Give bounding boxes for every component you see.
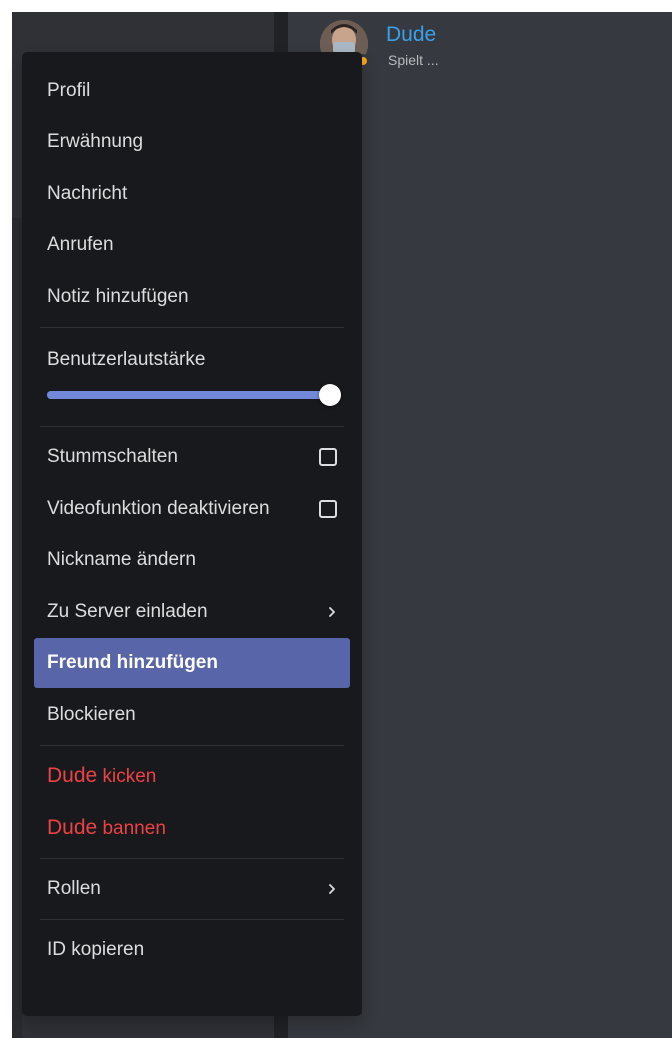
- slider-handle[interactable]: [319, 383, 341, 406]
- menu-item-roles[interactable]: Rollen: [34, 864, 350, 914]
- menu-item-add-note[interactable]: Notiz hinzufügen: [34, 272, 350, 322]
- menu-item-call[interactable]: Anrufen: [34, 220, 350, 270]
- user-volume-control: Benutzerlautstärke: [34, 333, 350, 421]
- menu-separator: [40, 857, 344, 859]
- chevron-right-icon: [329, 606, 335, 617]
- member-name[interactable]: Dude: [386, 22, 436, 48]
- menu-item-disable-video[interactable]: Videofunktion deaktivieren: [34, 484, 350, 534]
- chevron-right-icon: [329, 883, 335, 894]
- menu-item-mention[interactable]: Erwähnung: [34, 117, 350, 167]
- menu-item-profile[interactable]: Profil: [34, 66, 350, 116]
- menu-item-message[interactable]: Nachricht: [34, 169, 350, 219]
- menu-separator: [40, 326, 344, 328]
- menu-item-label: Zu Server einladen: [47, 600, 208, 622]
- menu-item-ban[interactable]: Dude bannen: [34, 803, 350, 853]
- menu-separator: [40, 918, 344, 920]
- menu-separator: [40, 425, 344, 427]
- menu-item-label: ID kopieren: [47, 938, 145, 960]
- menu-item-copy-id[interactable]: ID kopieren: [34, 925, 350, 975]
- menu-item-add-friend[interactable]: Freund hinzufügen: [34, 638, 350, 689]
- kick-action: kicken: [102, 765, 157, 787]
- menu-item-label: Freund hinzufügen: [47, 652, 218, 674]
- menu-item-label: Stummschalten: [47, 445, 178, 467]
- sidebar-shadow-strip: [12, 218, 22, 1038]
- user-volume-label: Benutzerlautstärke: [47, 348, 206, 370]
- menu-item-mute[interactable]: Stummschalten: [34, 432, 350, 482]
- user-volume-slider[interactable]: [47, 383, 341, 406]
- ban-username: Dude: [47, 815, 98, 839]
- kick-username: Dude: [47, 763, 98, 787]
- menu-item-block[interactable]: Blockieren: [34, 690, 350, 740]
- user-context-menu: Profil Erwähnung Nachricht Anrufen Notiz…: [22, 52, 362, 1016]
- menu-item-label: Nickname ändern: [47, 549, 196, 571]
- member-list-item[interactable]: Dude Spielt ...: [318, 18, 658, 74]
- menu-item-kick[interactable]: Dude kicken: [34, 751, 350, 801]
- ban-action: bannen: [102, 817, 166, 839]
- menu-item-label: Profil: [47, 79, 91, 101]
- menu-item-label: Dude kicken: [47, 764, 156, 788]
- checkbox-empty-icon[interactable]: [319, 499, 337, 518]
- menu-item-label: Rollen: [47, 877, 101, 899]
- menu-item-invite-to-server[interactable]: Zu Server einladen: [34, 587, 350, 637]
- menu-item-label: Blockieren: [47, 703, 136, 725]
- menu-separator: [40, 744, 344, 746]
- menu-item-label: Nachricht: [47, 182, 128, 204]
- menu-item-label: Erwähnung: [47, 131, 144, 153]
- checkbox-empty-icon[interactable]: [319, 447, 337, 466]
- menu-item-label: Videofunktion deaktivieren: [47, 497, 270, 519]
- menu-item-label: Dude bannen: [47, 816, 166, 840]
- member-activity: Spielt ...: [388, 52, 439, 68]
- menu-item-label: Notiz hinzufügen: [47, 285, 189, 307]
- menu-item-change-nickname[interactable]: Nickname ändern: [34, 535, 350, 585]
- menu-item-label: Anrufen: [47, 234, 114, 256]
- slider-fill: [47, 390, 330, 399]
